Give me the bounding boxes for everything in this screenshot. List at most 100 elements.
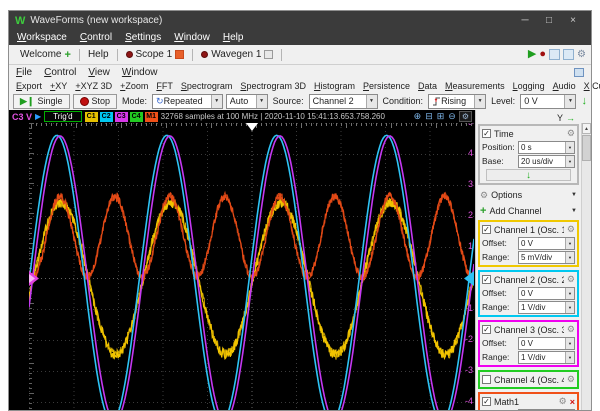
channel3-checkbox[interactable] [482,325,491,334]
menu-help[interactable]: Help [223,32,244,43]
settings-gear-icon[interactable]: ⚙ [577,49,586,60]
workspace-file-icon[interactable] [549,49,561,60]
fit-width-icon[interactable]: ⊞ [437,111,445,122]
channel-badge-m1[interactable]: M1 [144,111,158,122]
channel1-range-select[interactable]: 5 mV/div ▼ [518,250,575,264]
toolbar--xyz-3d[interactable]: +XYZ 3D [75,81,112,91]
scrollbar-thumb[interactable] [582,135,591,161]
tab-welcome[interactable]: Welcome + [14,48,77,62]
waveform-canvas[interactable] [29,123,474,410]
spinner-icon: ▼ [565,351,574,363]
time-checkbox[interactable] [482,129,491,138]
menu-workspace[interactable]: Workspace [17,32,67,43]
math1-gear-icon[interactable]: ⚙ [559,396,567,407]
scope-menu-control[interactable]: Control [44,67,76,78]
math1-offset-select[interactable]: -2 mW ▼ [518,408,575,410]
channel3-offset-select[interactable]: 0 V ▼ [518,336,575,350]
tab-wavegen[interactable]: Wavegen 1 [195,48,279,61]
panel-scrollbar[interactable]: ▲ [581,123,591,410]
options-row[interactable]: ⚙ Options ▼ [478,188,579,202]
channel-badge-c2[interactable]: C2 [99,111,113,122]
fit-height-icon[interactable]: ⊟ [425,111,433,122]
menu-window[interactable]: Window [174,32,210,43]
channel1-gear-icon[interactable]: ⚙ [567,224,575,235]
minimize-button[interactable]: ─ [513,15,537,26]
scroll-up-icon[interactable]: ▲ [582,123,591,134]
plot-settings-gear-icon[interactable]: ⚙ [458,111,472,122]
close-button[interactable]: × [561,15,585,26]
base-select[interactable]: 20 us/div ▼ [518,154,575,168]
channel1-checkbox[interactable] [482,225,491,234]
channel4-gear-icon[interactable]: ⚙ [567,374,575,385]
channel2-offset-select[interactable]: 0 V ▼ [518,286,575,300]
expand-time-button[interactable]: ↓ [486,169,571,181]
math1-delete-icon[interactable]: × [570,397,575,407]
y-panel-toggle[interactable]: Y → [478,111,579,124]
scope-menu-view[interactable]: View [88,67,110,78]
toolbar--zoom[interactable]: +Zoom [120,81,148,91]
mode-select[interactable]: ↻ Repeated ▼ [152,93,223,109]
run-all-button[interactable]: ▶ [528,49,536,60]
level-select[interactable]: 0 V ▼ [520,93,577,109]
spinner-icon: ▼ [565,237,574,249]
time-gear-icon[interactable]: ⚙ [567,128,575,139]
options-gear-icon: ⚙ [480,189,489,200]
scope-menu-file[interactable]: File [16,67,32,78]
channel4-checkbox[interactable] [482,375,491,384]
math1-checkbox[interactable] [482,397,491,406]
single-button[interactable]: ▶❙ Single [13,93,70,109]
toolbar-spectrogram[interactable]: Spectrogram [181,81,233,91]
condition-select[interactable]: Rising ▼ [428,93,487,109]
auto-select[interactable]: Auto ▼ [225,93,268,109]
toolbar-measurements[interactable]: Measurements [445,81,505,91]
toolbar-spectrogram-3d[interactable]: Spectrogram 3D [240,81,306,91]
menu-control[interactable]: Control [80,32,112,43]
tab-scope[interactable]: Scope 1 [120,48,191,61]
toolbar-export[interactable]: Export [16,81,42,91]
record-button[interactable]: ● [539,49,546,60]
channel2-gear-icon[interactable]: ⚙ [567,274,575,285]
restore-window-icon[interactable] [574,67,584,77]
stop-button[interactable]: Stop [72,93,118,109]
zoom-in-icon[interactable]: ⊕ [414,111,422,122]
workspace-save-icon[interactable] [563,49,575,60]
position-select[interactable]: 0 s ▼ [518,140,575,154]
tab-scope-close-icon[interactable] [175,50,185,59]
channel3-gear-icon[interactable]: ⚙ [567,324,575,335]
toolbar-logging[interactable]: Logging [513,81,545,91]
channel3-range-select[interactable]: 1 V/div ▼ [518,350,575,364]
expand-trigger-icon[interactable]: ↓ [581,95,587,107]
channel2-range-value: 1 V/div [521,302,546,312]
toolbar-x-cursors[interactable]: X Cursors [584,81,600,91]
rising-edge-icon [433,97,441,105]
toolbar-audio[interactable]: Audio [553,81,576,91]
tab-wavegen-close-icon[interactable] [264,50,274,59]
channel-badge-c3[interactable]: C3 [114,111,128,122]
toolbar-persistence[interactable]: Persistence [363,81,410,91]
menu-settings[interactable]: Settings [125,32,161,43]
channel-badge-c4[interactable]: C4 [129,111,143,122]
vertical-axis-unit[interactable]: C3 V [12,112,32,122]
channel2-range-select[interactable]: 1 V/div ▼ [518,300,575,314]
channel2-offset-value: 0 V [521,288,534,298]
spinner-icon: ▼ [565,337,574,349]
toolbar-fft[interactable]: FFT [156,81,173,91]
oscilloscope-grid[interactable]: 543210-1-2-3-4-5 [9,123,475,410]
toolbar-data[interactable]: Data [418,81,437,91]
scope-menu-window[interactable]: Window [122,67,158,78]
source-select[interactable]: Channel 2 ▼ [308,93,378,109]
scope-plot-area: C3 V ▶ Trig'd C1 C2 C3 C4 M1 32768 samples a… [9,110,475,410]
single-label: Single [37,96,63,106]
channel1-section: Channel 1 (Osc. 1) ⚙ Offset: 0 V ▼ Range… [478,220,579,267]
channel-badge-c1[interactable]: C1 [84,111,98,122]
toolbar-histogram[interactable]: Histogram [314,81,355,91]
tab-help[interactable]: Help [82,48,115,61]
zoom-out-icon[interactable]: ⊖ [448,111,456,122]
scroll-right-icon[interactable]: ▶ [35,112,41,121]
tab-welcome-label: Welcome [20,49,62,60]
add-channel-row[interactable]: + Add Channel ▼ [478,204,579,218]
maximize-button[interactable]: □ [537,15,561,26]
toolbar--xy[interactable]: +XY [50,81,67,91]
channel1-offset-select[interactable]: 0 V ▼ [518,236,575,250]
channel2-checkbox[interactable] [482,275,491,284]
